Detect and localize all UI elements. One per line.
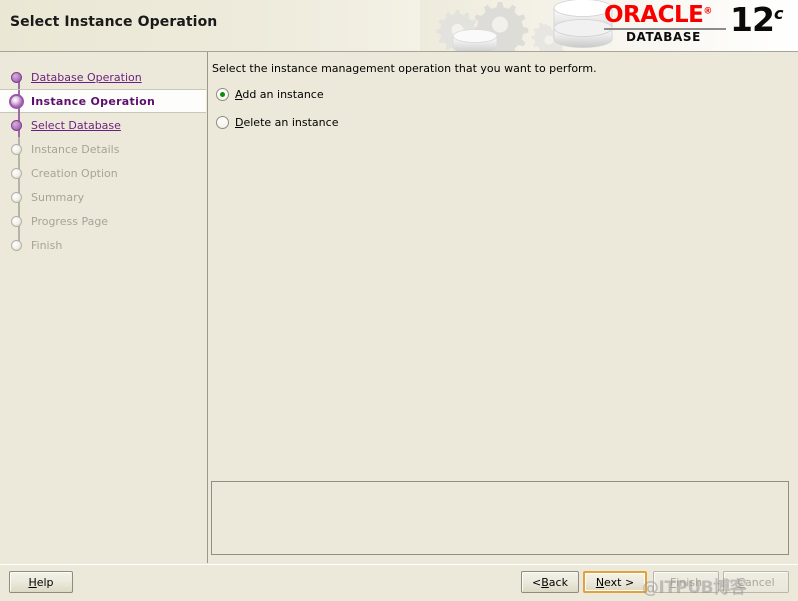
button-mnemonic: C [737, 575, 746, 589]
radio-option-add-an-instance[interactable]: Add an instance [216, 84, 338, 104]
button-mnemonic: B [541, 575, 549, 589]
step-bullet-current-icon [9, 93, 24, 109]
sidebar-item-select-database[interactable]: Select Database [0, 113, 207, 137]
message-panel [211, 481, 789, 555]
oracle-logo: ORACLE® DATABASE 12c [604, 3, 790, 47]
sidebar-item-instance-operation[interactable]: Instance Operation [0, 89, 206, 114]
sidebar-item-label: Instance Details [31, 142, 120, 156]
sidebar-item-finish: Finish [0, 233, 207, 257]
button-mnemonic: H [28, 575, 37, 589]
step-bullet-icon [11, 191, 22, 203]
step-bullet-icon [11, 167, 22, 179]
sidebar-item-label: Select Database [31, 118, 121, 132]
sidebar-item-label: Progress Page [31, 214, 109, 228]
button-bar: Help < Back Next > Finish Cancel [0, 564, 798, 601]
dbca-window: Select Instance Operation ORACLE® DATABA… [0, 0, 798, 601]
help-button[interactable]: Help [9, 571, 73, 593]
sidebar-item-instance-details: Instance Details [0, 137, 207, 161]
sidebar-item-label: Database Operation [31, 70, 142, 84]
sidebar-item-label: Creation Option [31, 166, 118, 180]
radio-label: Add an instance [235, 87, 324, 101]
step-bullet-icon [11, 215, 22, 227]
sidebar-item-database-operation[interactable]: Database Operation [0, 65, 207, 89]
oracle-product-name: DATABASE [626, 30, 701, 44]
cancel-button: Cancel [723, 571, 789, 593]
oracle-wordmark: ORACLE® [604, 2, 712, 28]
back-button[interactable]: < Back [521, 571, 579, 593]
instance-operation-radio-group: Add an instance Delete an instance [216, 84, 338, 140]
sidebar-item-progress-page: Progress Page [0, 209, 207, 233]
wizard-step-list: Database Operation Instance Operation Se… [0, 65, 207, 257]
window-header: Select Instance Operation ORACLE® DATABA… [0, 0, 798, 52]
step-bullet-icon [11, 71, 22, 83]
radio-option-delete-an-instance[interactable]: Delete an instance [216, 112, 338, 132]
finish-button: Finish [653, 571, 719, 593]
sidebar-item-label: Instance Operation [31, 94, 156, 108]
registered-trademark-icon: ® [703, 6, 712, 17]
next-button[interactable]: Next > [583, 571, 647, 593]
main-content-panel: Select the instance management operation… [208, 52, 798, 563]
sidebar-item-creation-option: Creation Option [0, 161, 207, 185]
oracle-version: 12c [730, 0, 783, 39]
instruction-text: Select the instance management operation… [212, 62, 597, 75]
step-bullet-icon [11, 143, 22, 155]
sidebar-item-label: Summary [31, 190, 85, 204]
wizard-steps-sidebar: Database Operation Instance Operation Se… [0, 52, 208, 563]
step-bullet-icon [11, 119, 22, 131]
sidebar-item-summary: Summary [0, 185, 207, 209]
sidebar-item-label: Finish [31, 238, 63, 252]
button-mnemonic: N [595, 575, 605, 589]
step-bullet-icon [11, 239, 22, 251]
page-title: Select Instance Operation [10, 14, 218, 30]
radio-label: Delete an instance [235, 115, 339, 129]
radio-button-icon[interactable] [216, 87, 229, 101]
radio-button-icon[interactable] [216, 115, 229, 129]
